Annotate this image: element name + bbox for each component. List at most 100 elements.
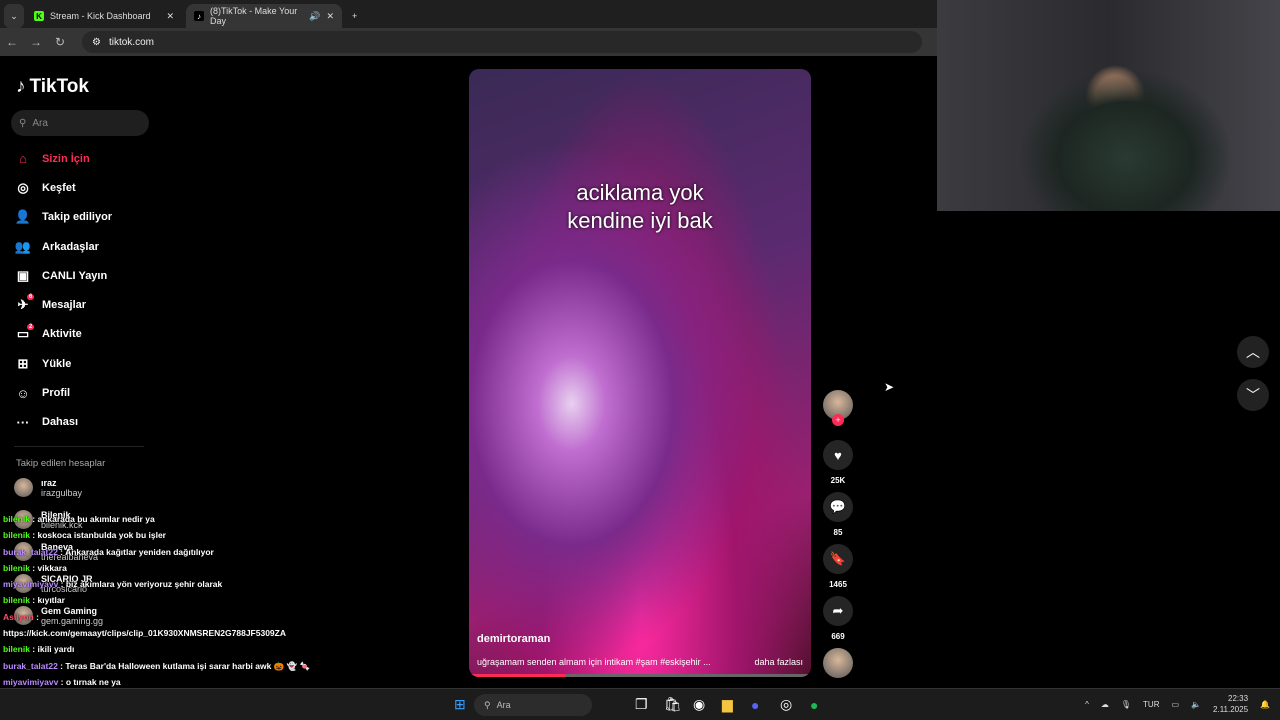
video-author[interactable]: demirtoraman xyxy=(477,633,550,645)
video-description: uğraşamam senden almam için intikam #şam… xyxy=(477,657,711,667)
sidebar-item-label: Arkadaşlar xyxy=(42,240,99,253)
clock[interactable]: 22:33 2.11.2025 xyxy=(1213,693,1248,715)
sidebar-item-label: Takip ediliyor xyxy=(42,211,113,224)
chat-message: Asilyon : xyxy=(3,611,39,622)
chat-message: https://kick.com/gemaayt/clips/clip_01K9… xyxy=(3,625,333,641)
site-settings-icon[interactable]: ⚙ xyxy=(92,37,101,48)
url-field[interactable]: ⚙ tiktok.com xyxy=(82,31,922,53)
tab-kick-dashboard[interactable]: K Stream - Kick Dashboard ✕ xyxy=(26,4,182,28)
sidebar-item-activity[interactable]: ▭ 2 Aktivite xyxy=(14,320,112,349)
sidebar-item-following[interactable]: 👤 Takip ediliyor xyxy=(14,203,112,232)
language-indicator[interactable]: TUR xyxy=(1143,700,1159,709)
reload-icon[interactable]: ↻ xyxy=(48,35,72,49)
forward-icon[interactable]: → xyxy=(24,35,48,49)
close-icon[interactable]: ✕ xyxy=(166,11,174,22)
video-progress-bar[interactable] xyxy=(469,674,811,677)
music-disc-icon[interactable] xyxy=(823,648,853,678)
search-input[interactable]: ⚲ Ara xyxy=(11,110,149,136)
chat-text: kıyıtlar xyxy=(37,595,65,606)
comment-button[interactable]: 💬 xyxy=(823,492,853,522)
following-header: Takip edilen hesaplar xyxy=(16,458,106,469)
chat-username[interactable]: miyavimiyavv xyxy=(3,677,58,687)
chrome-icon[interactable]: ◉ xyxy=(693,696,705,713)
followed-account[interactable]: ıraz irazgulbay xyxy=(14,478,82,498)
tiktok-logo[interactable]: ♪ TikTok xyxy=(16,76,89,98)
task-view-icon[interactable]: ❐ xyxy=(635,696,648,713)
store-icon[interactable]: 🛍 xyxy=(664,696,682,713)
tiktok-favicon-icon: ♪ xyxy=(194,11,204,21)
sidebar-item-label: Profil xyxy=(42,387,71,400)
next-video-button[interactable]: ﹀ xyxy=(1237,379,1269,411)
close-icon[interactable]: ✕ xyxy=(326,11,334,22)
avatar xyxy=(14,478,33,497)
new-tab-button[interactable]: + xyxy=(344,4,365,28)
sidebar-item-label: Aktivite xyxy=(42,328,82,341)
comment-count: 85 xyxy=(833,528,843,537)
microphone-icon[interactable]: 🎙 xyxy=(1121,700,1131,709)
sidebar-item-compass[interactable]: ◎ Keşfet xyxy=(14,173,112,202)
notification-bell-icon[interactable]: 🔔 xyxy=(1260,700,1270,709)
volume-icon[interactable]: 🔈 xyxy=(1191,700,1201,709)
chat-username[interactable]: bilenik xyxy=(3,530,30,540)
heart-icon: ♥ xyxy=(834,447,842,463)
logo-text: TikTok xyxy=(29,76,89,97)
windows-start-icon[interactable]: ⊞ xyxy=(454,696,466,713)
chat-username[interactable]: miyavimiyavv xyxy=(3,579,58,589)
sidebar-item-label: Dahası xyxy=(42,416,79,429)
share-icon: ➦ xyxy=(832,603,844,618)
chat-username[interactable]: bilenik xyxy=(3,563,30,573)
like-count: 25K xyxy=(830,476,846,485)
chat-username[interactable]: Asilyon xyxy=(3,612,34,622)
stream-chat-overlay: bilenik : ankarada bu akımlar nedir ya bi… xyxy=(3,511,333,707)
address-bar: ← → ↻ ⚙ tiktok.com xyxy=(0,28,937,56)
discord-icon[interactable]: ● xyxy=(751,697,759,713)
caption-line: aciklama yok xyxy=(576,180,704,205)
share-button[interactable]: ➦ xyxy=(823,596,853,626)
chat-username[interactable]: bilenik xyxy=(3,595,30,605)
sidebar-item-home[interactable]: ⌂ Sizin İçin xyxy=(14,144,112,173)
sidebar-item-friends[interactable]: 👥 Arkadaşlar xyxy=(14,232,112,261)
search-icon: ⚲ xyxy=(484,699,491,710)
previous-video-button[interactable]: ︿ xyxy=(1237,336,1269,368)
progress-fill xyxy=(469,674,565,677)
webcam-overlay xyxy=(937,0,1280,211)
sidebar-item-messages[interactable]: ✈ 6 Mesajlar xyxy=(14,290,112,319)
speaker-icon[interactable]: 🔊 xyxy=(309,11,320,22)
more-link[interactable]: daha fazlası xyxy=(754,657,803,667)
chat-message: bilenik : ankarada bu akımlar nedir ya xyxy=(3,514,155,524)
chat-username[interactable]: burak_talat22 xyxy=(3,661,58,671)
spotify-icon[interactable]: ● xyxy=(810,697,818,713)
sidebar-item-label: CANLI Yayın xyxy=(42,269,108,282)
file-explorer-icon[interactable]: ▆ xyxy=(722,696,733,713)
chat-username[interactable]: bilenik xyxy=(3,644,30,654)
sidebar-item-upload[interactable]: ⊞ Yükle xyxy=(14,349,112,378)
tab-tiktok[interactable]: ♪ (8)TikTok - Make Your Day 🔊 ✕ xyxy=(186,4,342,28)
comment-icon: 💬 xyxy=(829,499,847,514)
notification-badge: 6 xyxy=(27,294,35,301)
sidebar-item-live[interactable]: ▣ CANLI Yayın xyxy=(14,261,112,290)
tab-title: Stream - Kick Dashboard xyxy=(50,11,151,21)
action-rail: + ♥ 25K 💬 85 🔖 1465 ➦ 669 xyxy=(822,390,854,678)
chat-username[interactable]: bilenik xyxy=(3,514,30,524)
taskbar-search[interactable]: ⚲ Ara xyxy=(474,694,592,716)
video-player[interactable]: aciklama yok kendine iyi bak demirtoraman… xyxy=(469,69,811,677)
chat-text: vikkara xyxy=(37,562,67,573)
chat-username[interactable]: burak_talat22 xyxy=(3,547,58,557)
save-button[interactable]: 🔖 xyxy=(823,544,853,574)
back-icon[interactable]: ← xyxy=(0,35,24,49)
chat-message: bilenik : vikkara xyxy=(3,562,67,573)
obs-icon[interactable]: ◎ xyxy=(780,696,792,713)
share-count: 669 xyxy=(831,632,845,641)
tab-search-button[interactable]: ⌄ xyxy=(4,4,24,28)
cloud-icon[interactable]: ☁ xyxy=(1101,700,1109,709)
sidebar-item-label: Yükle xyxy=(42,357,72,370)
sidebar-item-profile[interactable]: ☺ Profil xyxy=(14,378,112,407)
follow-plus-icon[interactable]: + xyxy=(832,414,844,426)
tray-chevron-icon[interactable]: ^ xyxy=(1085,700,1089,709)
chevron-up-icon: ︿ xyxy=(1246,344,1260,360)
network-icon[interactable]: ▭ xyxy=(1172,700,1180,709)
chevron-down-icon: ﹀ xyxy=(1246,387,1260,403)
sidebar-item-more[interactable]: ··· Dahası xyxy=(14,408,112,437)
like-button[interactable]: ♥ xyxy=(823,440,853,470)
chat-text: Ankarada kağıtlar yeniden dağıtılıyor xyxy=(65,546,214,557)
